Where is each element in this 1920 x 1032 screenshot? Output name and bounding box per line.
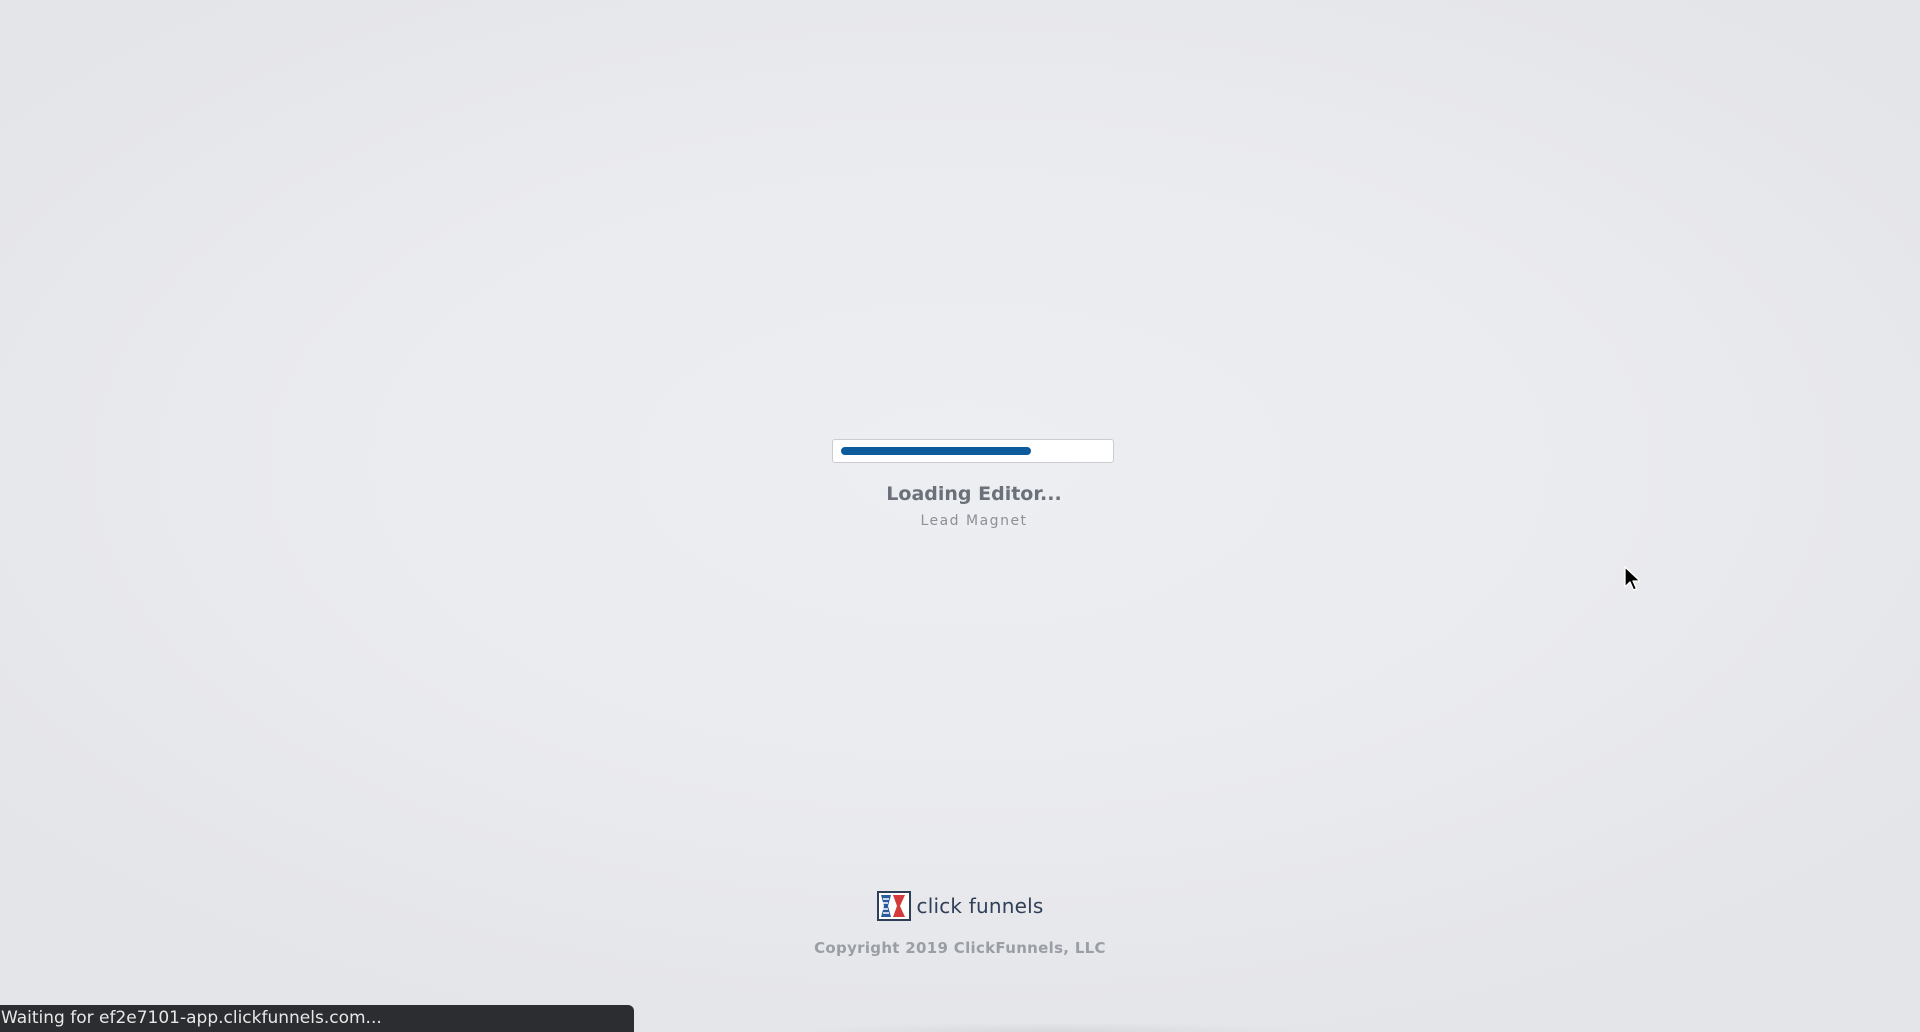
status-text: Waiting for ef2e7101-app.clickfunnels.co… (1, 1008, 382, 1028)
progress-bar (832, 439, 1114, 463)
progress-fill (841, 447, 1032, 455)
footer-brand: click funnels Copyright 2019 ClickFunnel… (0, 891, 1920, 957)
editor-loader: Loading Editor... Lead Magnet (832, 439, 1116, 530)
loading-subtitle: Lead Magnet (920, 513, 1028, 529)
brand-row: click funnels (876, 891, 1044, 921)
bottom-shadow (800, 1016, 1300, 1032)
brand-name: click funnels (916, 894, 1044, 918)
mouse-cursor-icon (1624, 566, 1641, 591)
browser-status-bar: Waiting for ef2e7101-app.clickfunnels.co… (0, 1005, 634, 1032)
clickfunnels-logo-icon (876, 891, 911, 921)
copyright-text: Copyright 2019 ClickFunnels, LLC (814, 939, 1106, 957)
loading-title: Loading Editor... (886, 483, 1062, 505)
